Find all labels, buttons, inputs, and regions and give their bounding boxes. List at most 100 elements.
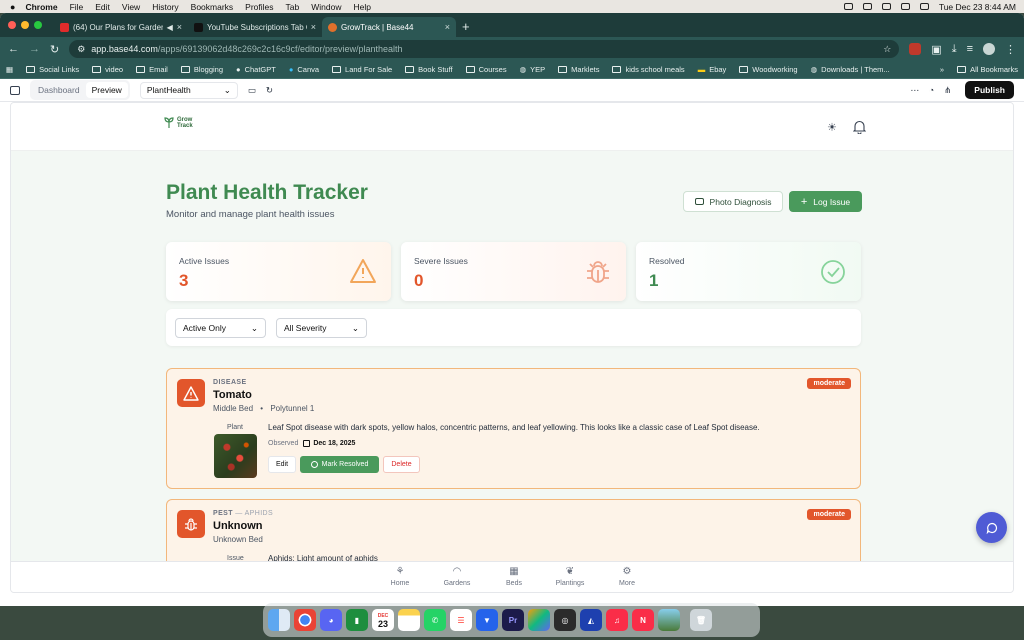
share-icon[interactable]: ⋔: [944, 85, 951, 96]
menu-profiles[interactable]: Profiles: [245, 2, 273, 12]
status-icon[interactable]: [881, 3, 891, 10]
sidebar-toggle-icon[interactable]: [10, 85, 20, 95]
plant-photo[interactable]: [214, 434, 257, 478]
photos-icon[interactable]: [528, 609, 550, 631]
preview-tab[interactable]: Preview: [85, 82, 128, 98]
nav-gardens[interactable]: ◠ Gardens: [437, 566, 477, 587]
speaker-icon[interactable]: ◀: [167, 23, 173, 32]
dashboard-tab[interactable]: Dashboard: [32, 82, 86, 98]
zoom-window-button[interactable]: [34, 21, 42, 29]
extensions-puzzle-icon[interactable]: ▣: [931, 43, 941, 56]
mark-resolved-button[interactable]: Mark Resolved: [300, 456, 379, 473]
news-icon[interactable]: N: [632, 609, 654, 631]
growtrack-logo[interactable]: Grow Track: [163, 117, 193, 129]
device-preview-icon[interactable]: ▭: [248, 85, 256, 96]
menu-bookmarks[interactable]: Bookmarks: [191, 2, 234, 12]
menu-history[interactable]: History: [152, 2, 178, 12]
reload-icon[interactable]: ↻: [50, 43, 59, 56]
trash-icon[interactable]: 🗑: [690, 609, 712, 631]
status-icon[interactable]: [843, 3, 853, 10]
photo-diagnosis-button[interactable]: Photo Diagnosis: [683, 191, 783, 212]
bookmark-item[interactable]: Blogging: [180, 65, 223, 74]
more-bookmarks-icon[interactable]: »: [940, 65, 944, 74]
status-filter-select[interactable]: Active Only ⌄: [175, 318, 266, 338]
bookmark-item[interactable]: Book Stuff: [405, 65, 453, 74]
notes-icon[interactable]: [398, 609, 420, 631]
refresh-icon[interactable]: ↻: [266, 85, 273, 96]
minimize-window-button[interactable]: [21, 21, 29, 29]
all-bookmarks[interactable]: All Bookmarks: [957, 65, 1018, 74]
bookmark-item[interactable]: kids school meals: [612, 65, 685, 74]
menu-help[interactable]: Help: [353, 2, 370, 12]
chrome-icon[interactable]: [294, 609, 316, 631]
github-icon[interactable]: ◔: [929, 85, 934, 95]
new-tab-icon[interactable]: +: [462, 19, 470, 34]
whatsapp-icon[interactable]: ✆: [424, 609, 446, 631]
bookmark-item[interactable]: ● ChatGPT: [236, 65, 276, 74]
nav-home[interactable]: ⚘ Home: [380, 566, 420, 587]
delete-button[interactable]: Delete: [383, 456, 420, 473]
page-selector[interactable]: PlantHealth ⌄: [139, 81, 238, 99]
close-tab-icon[interactable]: ×: [311, 22, 316, 32]
menu-edit[interactable]: Edit: [95, 2, 110, 12]
bookmark-item[interactable]: ◍ YEP: [520, 65, 546, 74]
premiere-icon[interactable]: Pr: [502, 609, 524, 631]
more-options-icon[interactable]: ⋯: [911, 85, 920, 96]
battery-icon[interactable]: [919, 3, 929, 10]
severity-filter-select[interactable]: All Severity ⌄: [276, 318, 367, 338]
numbers-icon[interactable]: ▮: [346, 609, 368, 631]
preview-icon[interactable]: [658, 609, 680, 631]
nav-more[interactable]: ⚙ More: [607, 566, 647, 587]
nav-plantings[interactable]: ❦ Plantings: [550, 566, 590, 587]
bookmark-item[interactable]: Land For Sale: [332, 65, 392, 74]
back-icon[interactable]: ←: [8, 43, 19, 55]
nav-beds[interactable]: ▦ Beds: [494, 566, 534, 587]
bookmark-item[interactable]: ◍ Downloads | Them...: [811, 65, 890, 74]
browser-tab[interactable]: (64) Our Plans for Garden ◀ ×: [54, 17, 188, 37]
menu-file[interactable]: File: [70, 2, 84, 12]
wifi-icon[interactable]: [900, 3, 910, 10]
theme-toggle-icon[interactable]: ☀: [827, 121, 837, 134]
menubar-clock[interactable]: Tue Dec 23 8:44 AM: [939, 2, 1016, 12]
forward-icon[interactable]: →: [29, 43, 40, 55]
address-bar[interactable]: ⚙ app.base44.com/apps/69139062d48c269c2c…: [69, 40, 900, 58]
status-icon[interactable]: [862, 3, 872, 10]
bookmark-item[interactable]: ▬ Ebay: [698, 65, 727, 74]
apple-icon[interactable]: ●: [10, 2, 15, 12]
menu-window[interactable]: Window: [311, 2, 341, 12]
menu-view[interactable]: View: [122, 2, 140, 12]
log-issue-button[interactable]: + Log Issue: [789, 191, 862, 212]
extension-icon[interactable]: [909, 43, 922, 55]
menu-app-name[interactable]: Chrome: [25, 2, 57, 12]
reminders-icon[interactable]: ☰: [450, 609, 472, 631]
calendar-icon[interactable]: DEC 23: [372, 609, 394, 631]
profile-avatar[interactable]: [983, 43, 995, 55]
music-icon[interactable]: ♫: [606, 609, 628, 631]
edit-button[interactable]: Edit: [268, 456, 296, 473]
bookmark-item[interactable]: Marklets: [558, 65, 599, 74]
apps-grid-icon[interactable]: ▦: [6, 65, 13, 74]
bookmark-item[interactable]: Woodworking: [739, 65, 798, 74]
chat-button[interactable]: [976, 512, 1007, 543]
close-tab-icon[interactable]: ×: [177, 22, 182, 32]
browser-tab[interactable]: YouTube Subscriptions Tab C ×: [188, 17, 322, 37]
bookmark-item[interactable]: video: [92, 65, 123, 74]
quicktime-icon[interactable]: ◎: [554, 609, 576, 631]
media-icon[interactable]: ≡: [967, 43, 973, 55]
bookmark-item[interactable]: Courses: [465, 65, 507, 74]
bookmark-star-icon[interactable]: ☆: [883, 44, 891, 55]
bell-icon[interactable]: [853, 120, 866, 134]
finder-icon[interactable]: [268, 609, 290, 631]
vectorize-icon[interactable]: ▼: [476, 609, 498, 631]
nova-icon[interactable]: ◭: [580, 609, 602, 631]
bookmark-item[interactable]: Email: [136, 65, 168, 74]
chrome-menu-icon[interactable]: ⋮: [1005, 43, 1016, 56]
publish-button[interactable]: Publish: [965, 81, 1014, 99]
download-icon[interactable]: ⤓: [952, 43, 957, 56]
bookmark-item[interactable]: Social Links: [26, 65, 79, 74]
browser-tab-active[interactable]: GrowTrack | Base44 ×: [322, 17, 456, 37]
discord-icon[interactable]: ◕: [320, 609, 342, 631]
bookmark-item[interactable]: ● Canva: [289, 65, 319, 74]
close-tab-icon[interactable]: ×: [445, 22, 450, 32]
site-info-icon[interactable]: ⚙: [77, 44, 85, 55]
